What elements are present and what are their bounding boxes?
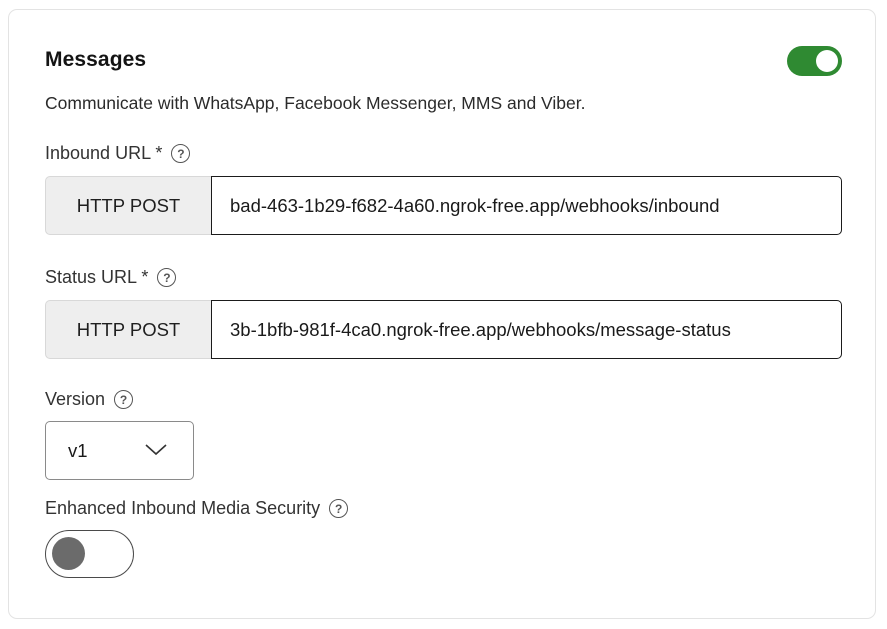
messages-description: Communicate with WhatsApp, Facebook Mess…: [45, 93, 586, 113]
status-method-addon: HTTP POST: [45, 300, 211, 359]
help-icon[interactable]: ?: [329, 499, 349, 518]
help-icon[interactable]: ?: [157, 268, 177, 287]
media-security-label: Enhanced Inbound Media Security ?: [45, 498, 349, 519]
toggle-knob: [816, 50, 838, 72]
inbound-url-label: Inbound URL * ?: [45, 143, 191, 164]
messages-toggle[interactable]: [787, 46, 842, 76]
version-label: Version ?: [45, 389, 134, 410]
inbound-method-addon: HTTP POST: [45, 176, 211, 235]
media-security-label-text: Enhanced Inbound Media Security: [45, 498, 321, 518]
status-url-row: HTTP POST: [45, 300, 842, 359]
version-label-text: Version: [45, 389, 106, 409]
help-icon[interactable]: ?: [114, 390, 134, 409]
toggle-knob: [52, 537, 85, 570]
version-select[interactable]: v1: [45, 421, 194, 480]
chevron-down-icon: [145, 444, 167, 456]
status-url-input[interactable]: [211, 300, 842, 359]
inbound-url-input[interactable]: [211, 176, 842, 235]
messages-title: Messages: [45, 48, 147, 71]
media-security-toggle[interactable]: [45, 530, 134, 578]
help-icon[interactable]: ?: [171, 144, 191, 163]
inbound-url-label-text: Inbound URL *: [45, 143, 163, 163]
status-url-label: Status URL * ?: [45, 267, 177, 288]
inbound-url-row: HTTP POST: [45, 176, 842, 235]
status-url-label-text: Status URL *: [45, 267, 149, 287]
version-selected-value: v1: [68, 439, 88, 461]
